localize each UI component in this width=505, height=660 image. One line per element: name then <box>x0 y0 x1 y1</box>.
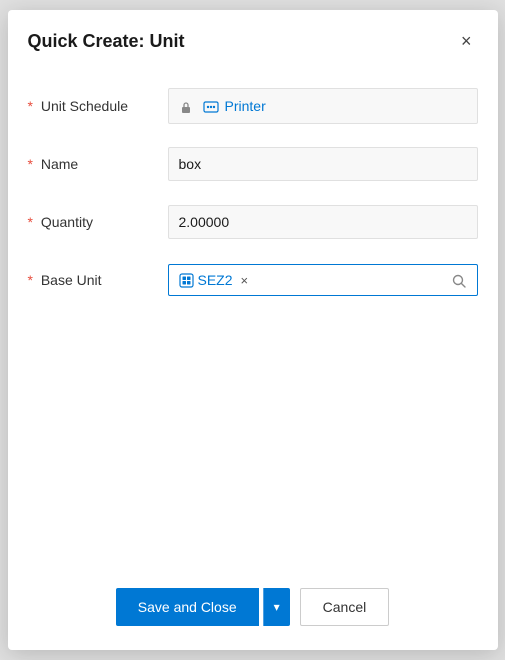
required-indicator: * <box>28 214 33 230</box>
lock-icon <box>179 98 193 114</box>
required-indicator: * <box>28 272 33 288</box>
base-unit-remove-button[interactable]: × <box>239 274 251 287</box>
name-label: * Name <box>28 156 168 172</box>
unit-schedule-value: Printer <box>225 98 266 114</box>
unit-schedule-row: * Unit Schedule <box>28 84 478 128</box>
name-input[interactable] <box>168 147 478 181</box>
unit-schedule-label: * Unit Schedule <box>28 98 168 114</box>
base-unit-row: * Base Unit <box>28 258 478 302</box>
quantity-label: * Quantity <box>28 214 168 230</box>
base-unit-tag-text: SEZ2 <box>198 272 233 288</box>
close-button[interactable]: × <box>455 28 478 54</box>
save-and-close-button[interactable]: Save and Close <box>116 588 259 626</box>
dialog-title: Quick Create: Unit <box>28 31 185 52</box>
unit-schedule-field: Printer <box>168 88 478 123</box>
close-icon: × <box>461 32 472 50</box>
schedule-entity-icon <box>203 97 219 114</box>
cancel-button[interactable]: Cancel <box>300 588 390 626</box>
name-field[interactable] <box>168 147 478 181</box>
base-unit-label: * Base Unit <box>28 272 168 288</box>
quantity-input[interactable] <box>168 205 478 239</box>
quantity-field[interactable] <box>168 205 478 239</box>
base-unit-search-button[interactable] <box>451 271 467 288</box>
name-row: * Name <box>28 142 478 186</box>
dialog-header: Quick Create: Unit × <box>8 10 498 68</box>
quantity-row: * Quantity <box>28 200 478 244</box>
required-indicator: * <box>28 156 33 172</box>
base-unit-field[interactable]: SEZ2 × <box>168 264 478 295</box>
quick-create-dialog: Quick Create: Unit × * Unit Schedule <box>8 10 498 650</box>
dialog-body: * Unit Schedule <box>8 68 498 568</box>
base-unit-entity-icon <box>179 272 194 288</box>
unit-schedule-link[interactable]: Printer <box>168 88 478 123</box>
base-unit-tag: SEZ2 <box>179 272 233 288</box>
chevron-down-icon: ▾ <box>274 600 280 614</box>
required-indicator: * <box>28 98 33 114</box>
base-unit-lookup[interactable]: SEZ2 × <box>168 264 478 295</box>
save-dropdown-button[interactable]: ▾ <box>263 588 290 626</box>
search-icon <box>451 273 467 289</box>
dialog-footer: Save and Close ▾ Cancel <box>8 568 498 650</box>
